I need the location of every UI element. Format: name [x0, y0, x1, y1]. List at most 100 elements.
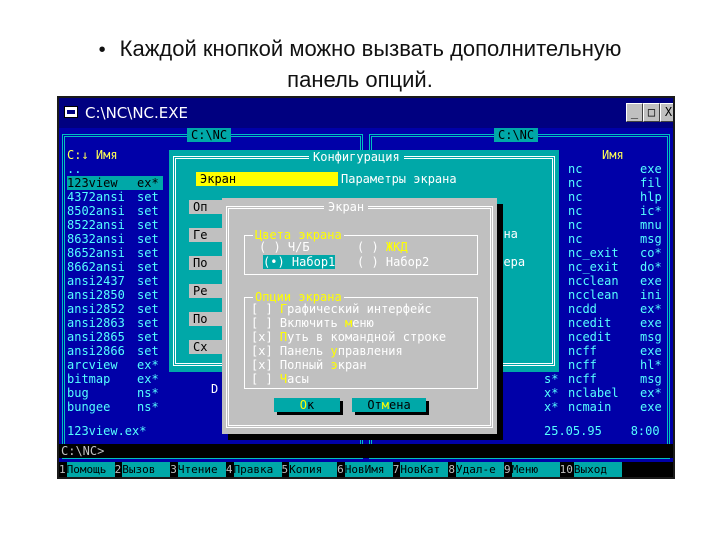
config-item-screen[interactable]: Экран [196, 172, 338, 186]
function-key-f3[interactable]: 3 Чтение [170, 462, 226, 477]
file-name: nc [568, 190, 583, 204]
minimize-button[interactable]: _ [626, 103, 643, 122]
config-button-2[interactable]: Ге [189, 228, 223, 242]
file-row[interactable]: 8662ansi set [67, 260, 163, 274]
function-key-f8[interactable]: 8 Удал-е [448, 462, 504, 477]
file-row[interactable]: x*ncic* [544, 204, 666, 218]
file-name: nclabel [568, 386, 619, 400]
function-key-number: 10 [559, 463, 573, 476]
file-name: ansi2865 [67, 330, 125, 344]
color-option-set1[interactable]: (•) Набор1 [263, 255, 336, 269]
config-button-1[interactable]: Оп [189, 200, 223, 214]
right-panel-path[interactable]: C:\NC [494, 128, 539, 142]
config-button-3[interactable]: По [189, 256, 223, 270]
screen-option-checkbox[interactable]: [ ] Включить меню [251, 316, 374, 330]
maximize-button[interactable]: □ [643, 103, 660, 122]
file-row[interactable]: ansi2437 set [67, 274, 163, 288]
file-row[interactable]: x* ncmain exe [544, 400, 666, 414]
file-row[interactable]: 4372ansi set [67, 190, 163, 204]
nc-window: C:\NC\NC.EXE _ □ X C:\NC C:↓ Имя .. 123vi… [57, 96, 675, 479]
file-row[interactable]: bitmap ex* [67, 372, 163, 386]
screen-option-checkbox[interactable]: [x] Путь в командной строке [251, 330, 446, 344]
file-row[interactable]: bungee ns* [67, 400, 163, 414]
function-key-f10[interactable]: 10 Выход [560, 462, 622, 477]
file-ext: hlp [640, 190, 662, 204]
option-label-rest: кран [337, 358, 367, 372]
dos-window-icon[interactable] [64, 106, 78, 118]
config-button-6[interactable]: Сх [189, 340, 223, 354]
window-titlebar[interactable]: C:\NC\NC.EXE _ □ X [59, 98, 673, 128]
left-panel-sort-header[interactable]: C:↓ Имя [67, 148, 118, 162]
color-option-bw[interactable]: ( ) Ч/Б [259, 240, 310, 254]
file-row[interactable]: .. [67, 162, 163, 176]
color-option-set2[interactable]: ( ) Набор2 [357, 255, 429, 269]
file-row[interactable]: fgncddex* [544, 302, 666, 316]
close-button[interactable]: X [660, 103, 673, 122]
ok-button[interactable]: Ок [274, 398, 340, 412]
file-name: ncedit [568, 316, 612, 330]
file-name: bungee [67, 400, 111, 414]
file-row[interactable]: ansi2866 set [67, 344, 163, 358]
file-row[interactable]: x*ncfil [544, 176, 666, 190]
function-key-f7[interactable]: 7 НовКат [393, 462, 449, 477]
file-row[interactable]: s*nc_exitdo* [544, 260, 666, 274]
file-row[interactable]: s*nccleanexe [544, 274, 666, 288]
file-row[interactable]: x* nclabel ex* [544, 386, 666, 400]
nc-screen: C:\NC C:↓ Имя .. 123view ex* 4372ansi set 850… [59, 128, 673, 477]
file-row[interactable]: x*ncexe [544, 162, 666, 176]
file-row[interactable]: s*ncmsg [544, 232, 666, 246]
file-ext: set [137, 316, 159, 330]
function-key-f9[interactable]: 9 Меню [504, 462, 560, 477]
file-row[interactable]: ifncffexe [544, 344, 666, 358]
option-label-pre: Панель [279, 344, 331, 358]
file-row[interactable]: bug ns* [67, 386, 163, 400]
file-row[interactable]: 8502ansi set [67, 204, 163, 218]
screen-option-checkbox[interactable]: [ ] Часы [251, 372, 309, 386]
file-row[interactable]: ansi2852 set [67, 302, 163, 316]
command-line[interactable]: C:\NC> [59, 444, 673, 458]
cancel-button[interactable]: Отмена [352, 398, 426, 412]
file-name: ncff [568, 372, 597, 386]
config-item-screen-desc: Параметры экрана [341, 172, 457, 186]
screen-options-dialog: Экран Цвета экрана ( ) Ч/Б ( ) ЖКД (•) Н… [222, 198, 497, 434]
file-ext: ic* [640, 204, 662, 218]
file-row[interactable]: 8652ansi set [67, 246, 163, 260]
file-name: ncff [568, 344, 597, 358]
file-row[interactable]: 123view ex* [67, 176, 163, 190]
file-row[interactable]: 8522ansi set [67, 218, 163, 232]
file-row[interactable]: s*nc_exitco* [544, 246, 666, 260]
file-row[interactable]: 8632ansi set [67, 232, 163, 246]
file-row[interactable]: ansi2850 set [67, 288, 163, 302]
file-row[interactable]: ipncmnu [544, 218, 666, 232]
function-key-f4[interactable]: 4 Правка [226, 462, 282, 477]
file-ext: set [137, 190, 159, 204]
file-ext: mnu [640, 218, 662, 232]
screen-option-checkbox[interactable]: [ ] Графический интерфейс [251, 302, 432, 316]
file-name: 8652ansi [67, 246, 125, 260]
file-row[interactable]: x*nchlp [544, 190, 666, 204]
function-key-f1[interactable]: 1 Помощь [59, 462, 115, 477]
screen-options-title: Экран [324, 200, 369, 214]
file-row[interactable]: x*nccleanini [544, 288, 666, 302]
file-row[interactable]: ansi2865 set [67, 330, 163, 344]
color-option-lcd[interactable]: ( ) ЖКД [357, 240, 408, 254]
file-row[interactable]: ansi2863 set [67, 316, 163, 330]
file-ext: set [137, 246, 159, 260]
file-row[interactable]: xenceditmsg [544, 330, 666, 344]
screen-option-checkbox[interactable]: [x] Полный экран [251, 358, 367, 372]
left-panel-status: 123view.ex* [67, 424, 147, 438]
config-button-5[interactable]: По [189, 312, 223, 326]
left-panel-path[interactable]: C:\NC [187, 128, 232, 142]
right-panel-status: 25.05.95 8:00 [544, 424, 660, 438]
file-row[interactable]: arcview ex* [67, 358, 163, 372]
function-key-f2[interactable]: 2 Вызов [115, 462, 171, 477]
file-row[interactable]: xenceditexe [544, 316, 666, 330]
file-row[interactable]: s*ncffhl* [544, 358, 666, 372]
function-key-f6[interactable]: 6 НовИмя [337, 462, 393, 477]
function-key-label: Удал-е [456, 462, 504, 477]
file-row[interactable]: s* ncff msg [544, 372, 666, 386]
file-name: nc [568, 204, 583, 218]
screen-option-checkbox[interactable]: [x] Панель управления [251, 344, 403, 358]
function-key-f5[interactable]: 5 Копия [282, 462, 338, 477]
config-button-4[interactable]: Ре [189, 284, 223, 298]
